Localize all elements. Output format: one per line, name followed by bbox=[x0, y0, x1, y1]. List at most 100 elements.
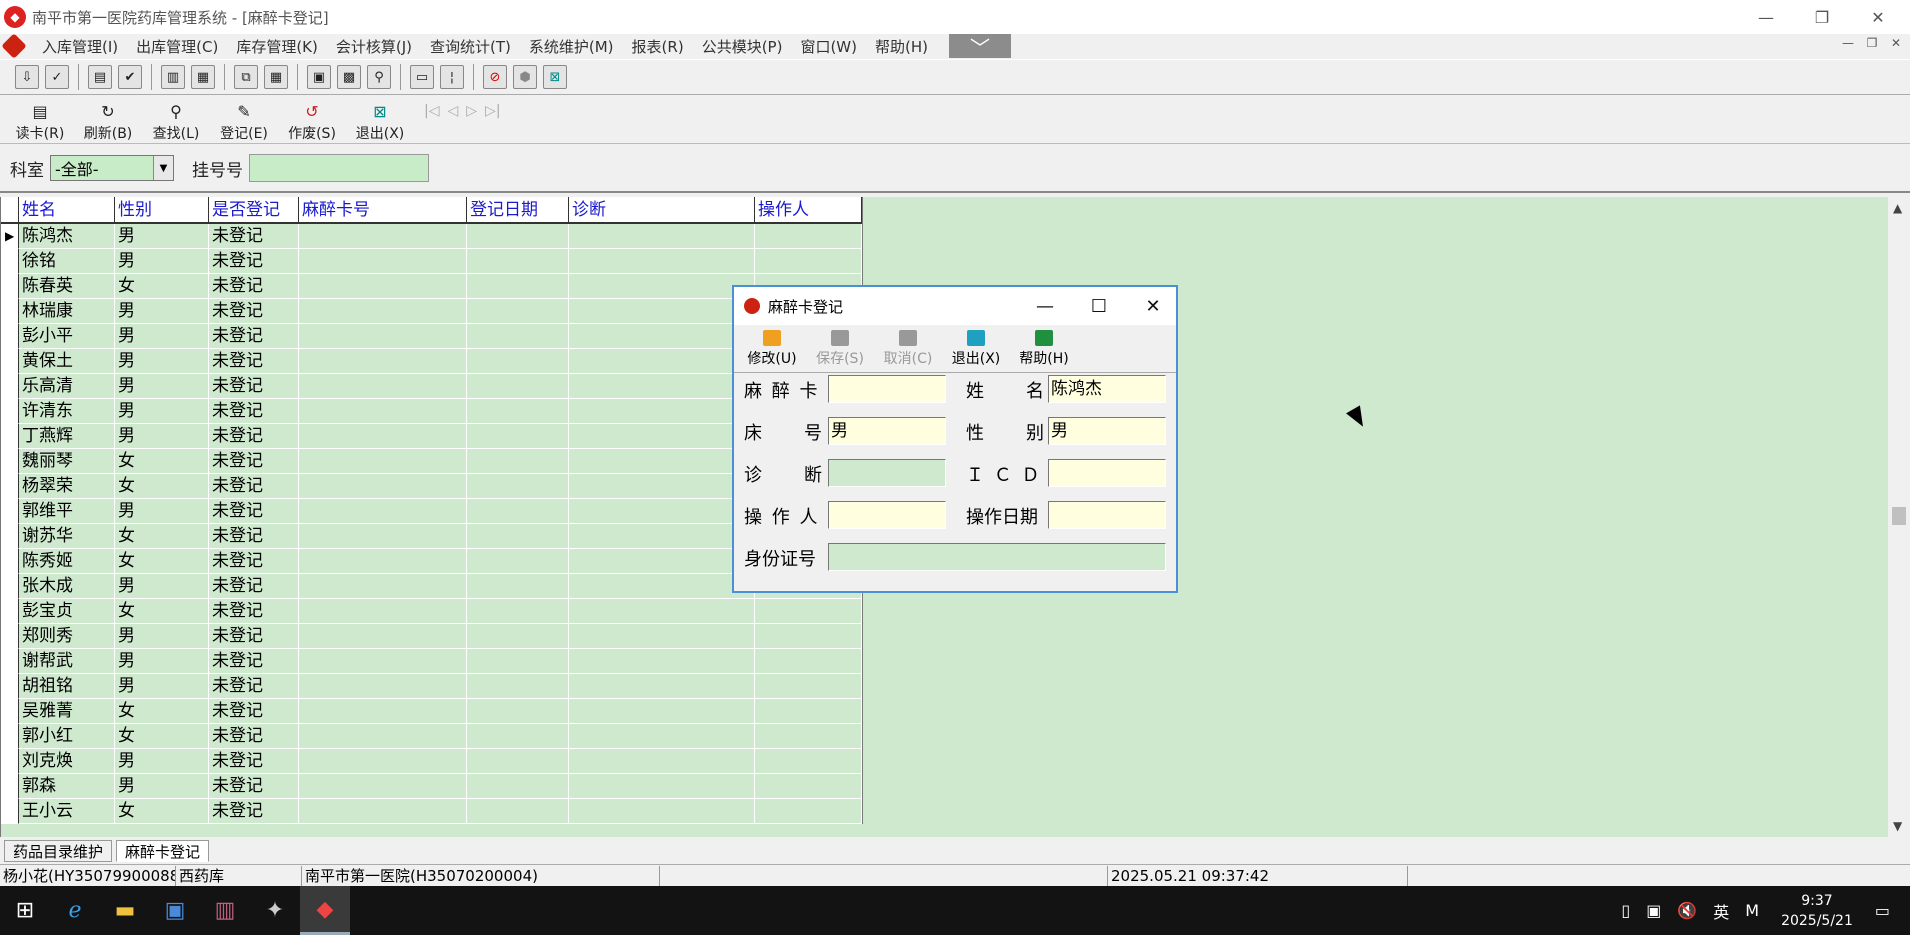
column-header[interactable]: 登记日期 bbox=[467, 197, 569, 224]
menu-outbound[interactable]: 出库管理(C) bbox=[127, 36, 227, 57]
table-cell[interactable]: 未登记 bbox=[209, 699, 299, 724]
table-cell[interactable]: 郑则秀 bbox=[19, 624, 115, 649]
pharmacy-app-icon[interactable]: ◆ bbox=[300, 886, 350, 935]
volume-muted-icon[interactable]: 🔇 bbox=[1677, 901, 1697, 920]
table-cell[interactable] bbox=[467, 499, 569, 524]
dept-select[interactable]: -全部- ▼ bbox=[50, 155, 174, 181]
close-button[interactable]: ✕ bbox=[1850, 0, 1906, 34]
table-cell[interactable] bbox=[467, 299, 569, 324]
table-cell[interactable] bbox=[569, 799, 755, 824]
card-input[interactable] bbox=[828, 375, 946, 403]
column-header[interactable]: 是否登记 bbox=[209, 197, 299, 224]
table-cell[interactable] bbox=[299, 674, 467, 699]
table-cell[interactable]: 未登记 bbox=[209, 774, 299, 799]
table-cell[interactable]: 男 bbox=[115, 399, 209, 424]
tool-thermometer-icon[interactable]: ¦ bbox=[440, 65, 464, 89]
table-cell[interactable] bbox=[569, 574, 755, 599]
table-cell[interactable]: 郭森 bbox=[19, 774, 115, 799]
app-menu-icon[interactable] bbox=[1, 33, 27, 59]
tool-chart-icon[interactable]: ▩ bbox=[337, 65, 361, 89]
table-cell[interactable] bbox=[299, 599, 467, 624]
table-cell[interactable]: 乐高清 bbox=[19, 374, 115, 399]
table-cell[interactable] bbox=[569, 524, 755, 549]
scroll-down-icon[interactable]: ▼ bbox=[1893, 819, 1902, 833]
table-cell[interactable]: 徐铭 bbox=[19, 249, 115, 274]
table-cell[interactable]: 未登记 bbox=[209, 474, 299, 499]
column-header[interactable]: 操作人 bbox=[755, 197, 862, 224]
table-cell[interactable]: 未登记 bbox=[209, 424, 299, 449]
table-cell[interactable]: 男 bbox=[115, 574, 209, 599]
menu-report[interactable]: 报表(R) bbox=[623, 36, 693, 57]
first-record-icon[interactable]: |◁ bbox=[424, 103, 439, 119]
table-cell[interactable] bbox=[467, 624, 569, 649]
table-cell[interactable]: 未登记 bbox=[209, 649, 299, 674]
table-row[interactable]: 谢帮武男未登记 bbox=[1, 649, 862, 674]
read-card-button[interactable]: ▤ 读卡(R) bbox=[6, 97, 74, 143]
table-cell[interactable]: 彭宝贞 bbox=[19, 599, 115, 624]
table-cell[interactable]: 男 bbox=[115, 774, 209, 799]
table-cell[interactable]: 男 bbox=[115, 374, 209, 399]
table-cell[interactable] bbox=[299, 549, 467, 574]
operator-input[interactable] bbox=[828, 501, 946, 529]
table-cell[interactable] bbox=[569, 274, 755, 299]
usb-icon[interactable]: ▯ bbox=[1621, 901, 1630, 920]
tool-exit-icon[interactable]: ⊠ bbox=[543, 65, 567, 89]
column-header[interactable]: 性别 bbox=[115, 197, 209, 224]
tool-clipboard-icon[interactable]: ▥ bbox=[161, 65, 185, 89]
table-cell[interactable] bbox=[467, 774, 569, 799]
table-cell[interactable]: 彭小平 bbox=[19, 324, 115, 349]
tool-stop-icon[interactable]: ⊘ bbox=[483, 65, 507, 89]
table-cell[interactable]: 魏丽琴 bbox=[19, 449, 115, 474]
row-selector[interactable] bbox=[1, 524, 19, 549]
table-cell[interactable] bbox=[467, 649, 569, 674]
table-cell[interactable] bbox=[755, 699, 862, 724]
next-record-icon[interactable]: ▷ bbox=[466, 103, 477, 119]
table-cell[interactable]: 女 bbox=[115, 274, 209, 299]
table-cell[interactable]: 男 bbox=[115, 424, 209, 449]
menu-help[interactable]: 帮助(H) bbox=[866, 36, 937, 57]
dialog-minimize-button[interactable]: — bbox=[1018, 287, 1072, 325]
table-row[interactable]: 王小云女未登记 bbox=[1, 799, 862, 824]
register-button[interactable]: ✎ 登记(E) bbox=[210, 97, 278, 143]
table-cell[interactable] bbox=[467, 599, 569, 624]
table-cell[interactable]: 吴雅菁 bbox=[19, 699, 115, 724]
table-cell[interactable] bbox=[569, 749, 755, 774]
tool-check-icon[interactable]: ✓ bbox=[45, 65, 69, 89]
help-button[interactable]: 帮助(H) bbox=[1010, 329, 1078, 368]
prev-record-icon[interactable]: ◁ bbox=[447, 103, 458, 119]
table-cell[interactable]: 未登记 bbox=[209, 299, 299, 324]
table-cell[interactable] bbox=[569, 549, 755, 574]
void-button[interactable]: ↺ 作废(S) bbox=[278, 97, 346, 143]
table-row[interactable]: 刘克焕男未登记 bbox=[1, 749, 862, 774]
table-cell[interactable]: 谢苏华 bbox=[19, 524, 115, 549]
name-input[interactable]: 陈鸿杰 bbox=[1048, 375, 1166, 403]
row-selector[interactable] bbox=[1, 724, 19, 749]
row-selector[interactable] bbox=[1, 499, 19, 524]
table-cell[interactable] bbox=[467, 249, 569, 274]
table-cell[interactable]: 王小云 bbox=[19, 799, 115, 824]
notification-icon[interactable]: ▭ bbox=[1875, 901, 1890, 920]
table-row[interactable]: 彭宝贞女未登记 bbox=[1, 599, 862, 624]
table-cell[interactable] bbox=[467, 324, 569, 349]
ie-icon[interactable]: ℯ bbox=[50, 886, 100, 935]
row-selector[interactable] bbox=[1, 549, 19, 574]
ime-mode-icon[interactable]: M bbox=[1745, 901, 1759, 920]
tool-calculator-icon[interactable]: ▣ bbox=[307, 65, 331, 89]
table-row[interactable]: ▶ 陈鸿杰男未登记 bbox=[1, 224, 862, 249]
table-cell[interactable]: 未登记 bbox=[209, 724, 299, 749]
table-cell[interactable]: 未登记 bbox=[209, 799, 299, 824]
row-selector[interactable] bbox=[1, 424, 19, 449]
scroll-thumb[interactable] bbox=[1892, 507, 1906, 525]
table-cell[interactable] bbox=[299, 249, 467, 274]
mdi-minimize-button[interactable]: — bbox=[1838, 36, 1858, 50]
table-cell[interactable] bbox=[569, 224, 755, 249]
table-cell[interactable]: 未登记 bbox=[209, 749, 299, 774]
tab-anesthesia-card[interactable]: 麻醉卡登记 bbox=[116, 840, 210, 862]
menu-accounting[interactable]: 会计核算(J) bbox=[327, 36, 421, 57]
table-cell[interactable] bbox=[569, 349, 755, 374]
clock[interactable]: 9:37 2025/5/21 bbox=[1781, 891, 1853, 931]
table-cell[interactable]: 黄保土 bbox=[19, 349, 115, 374]
table-cell[interactable]: 未登记 bbox=[209, 224, 299, 249]
row-selector[interactable] bbox=[1, 399, 19, 424]
mdi-restore-button[interactable]: ❐ bbox=[1862, 36, 1882, 50]
